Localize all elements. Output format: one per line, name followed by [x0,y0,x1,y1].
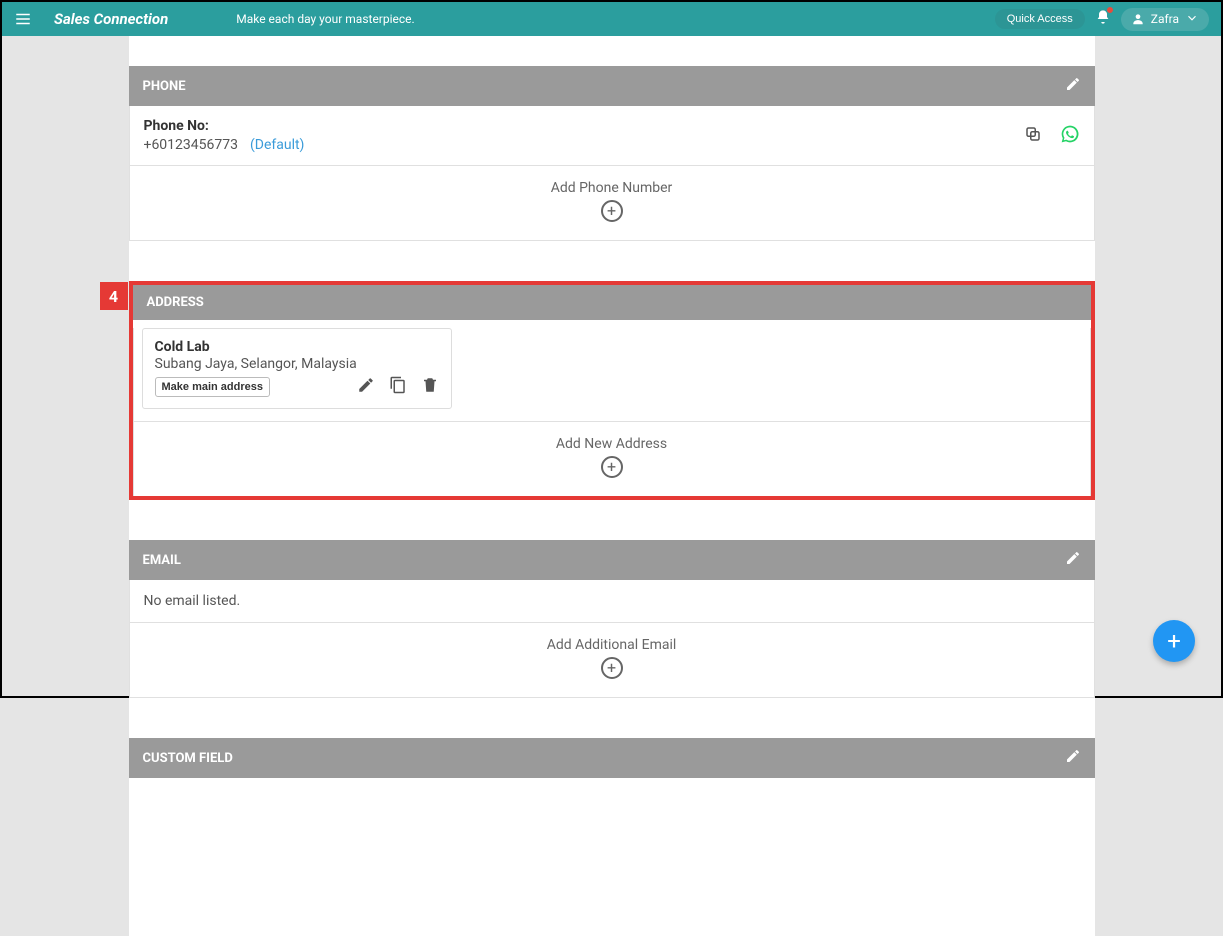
email-section-header: EMAIL [129,540,1095,580]
main-content: PHONE Phone No: +60123456773 (Default) [129,36,1095,936]
callout-badge: 4 [100,282,128,310]
make-main-address-button[interactable]: Make main address [155,377,271,397]
address-section-title: ADDRESS [147,295,204,310]
add-address-plus-icon: + [601,456,623,478]
copy-phone-icon[interactable] [1024,125,1042,147]
add-email-label: Add Additional Email [130,637,1094,653]
phone-default-tag[interactable]: (Default) [250,137,304,153]
tagline-text: Make each day your masterpiece. [236,12,414,26]
user-menu[interactable]: Zafra [1121,8,1209,31]
notifications-bell-icon[interactable] [1095,9,1111,29]
phone-section: PHONE Phone No: +60123456773 (Default) [129,66,1095,241]
custom-field-section: CUSTOM FIELD [129,738,1095,778]
phone-section-title: PHONE [143,79,186,94]
address-section-header: ADDRESS [133,285,1091,320]
phone-label: Phone No: [144,118,1024,134]
edit-email-icon[interactable] [1065,550,1081,570]
hamburger-menu-icon[interactable] [14,10,32,28]
address-section: 4 ADDRESS Cold Lab Subang Jaya, Selangor… [129,281,1095,500]
address-name: Cold Lab [155,339,439,355]
custom-field-section-header: CUSTOM FIELD [129,738,1095,778]
address-location: Subang Jaya, Selangor, Malaysia [155,356,439,372]
copy-address-icon[interactable] [389,376,407,398]
quick-access-button[interactable]: Quick Access [995,9,1085,29]
email-section: EMAIL No email listed. Add Additional Em… [129,540,1095,698]
edit-phone-icon[interactable] [1065,76,1081,96]
phone-section-header: PHONE [129,66,1095,106]
email-section-title: EMAIL [143,553,181,568]
phone-entry-row: Phone No: +60123456773 (Default) [130,106,1094,166]
floating-add-button[interactable]: + [1153,620,1195,662]
user-name: Zafra [1151,12,1179,26]
delete-address-icon[interactable] [421,376,439,398]
add-phone-label: Add Phone Number [130,180,1094,196]
edit-custom-field-icon[interactable] [1065,748,1081,768]
custom-field-section-title: CUSTOM FIELD [143,751,233,766]
phone-value: +60123456773 [144,137,239,153]
notification-dot [1106,6,1114,14]
edit-address-icon[interactable] [357,376,375,398]
chevron-down-icon [1185,11,1199,28]
add-address-button[interactable]: Add New Address + [134,422,1090,496]
email-empty-text: No email listed. [130,580,1094,623]
add-email-button[interactable]: Add Additional Email + [130,623,1094,698]
whatsapp-icon[interactable] [1060,124,1080,148]
add-phone-plus-icon: + [601,200,623,222]
address-card[interactable]: Cold Lab Subang Jaya, Selangor, Malaysia… [142,328,452,409]
add-phone-button[interactable]: Add Phone Number + [130,166,1094,241]
top-bar: Sales Connection Make each day your mast… [2,2,1221,36]
add-email-plus-icon: + [601,657,623,679]
add-address-label: Add New Address [134,436,1090,452]
brand-title: Sales Connection [54,10,168,28]
